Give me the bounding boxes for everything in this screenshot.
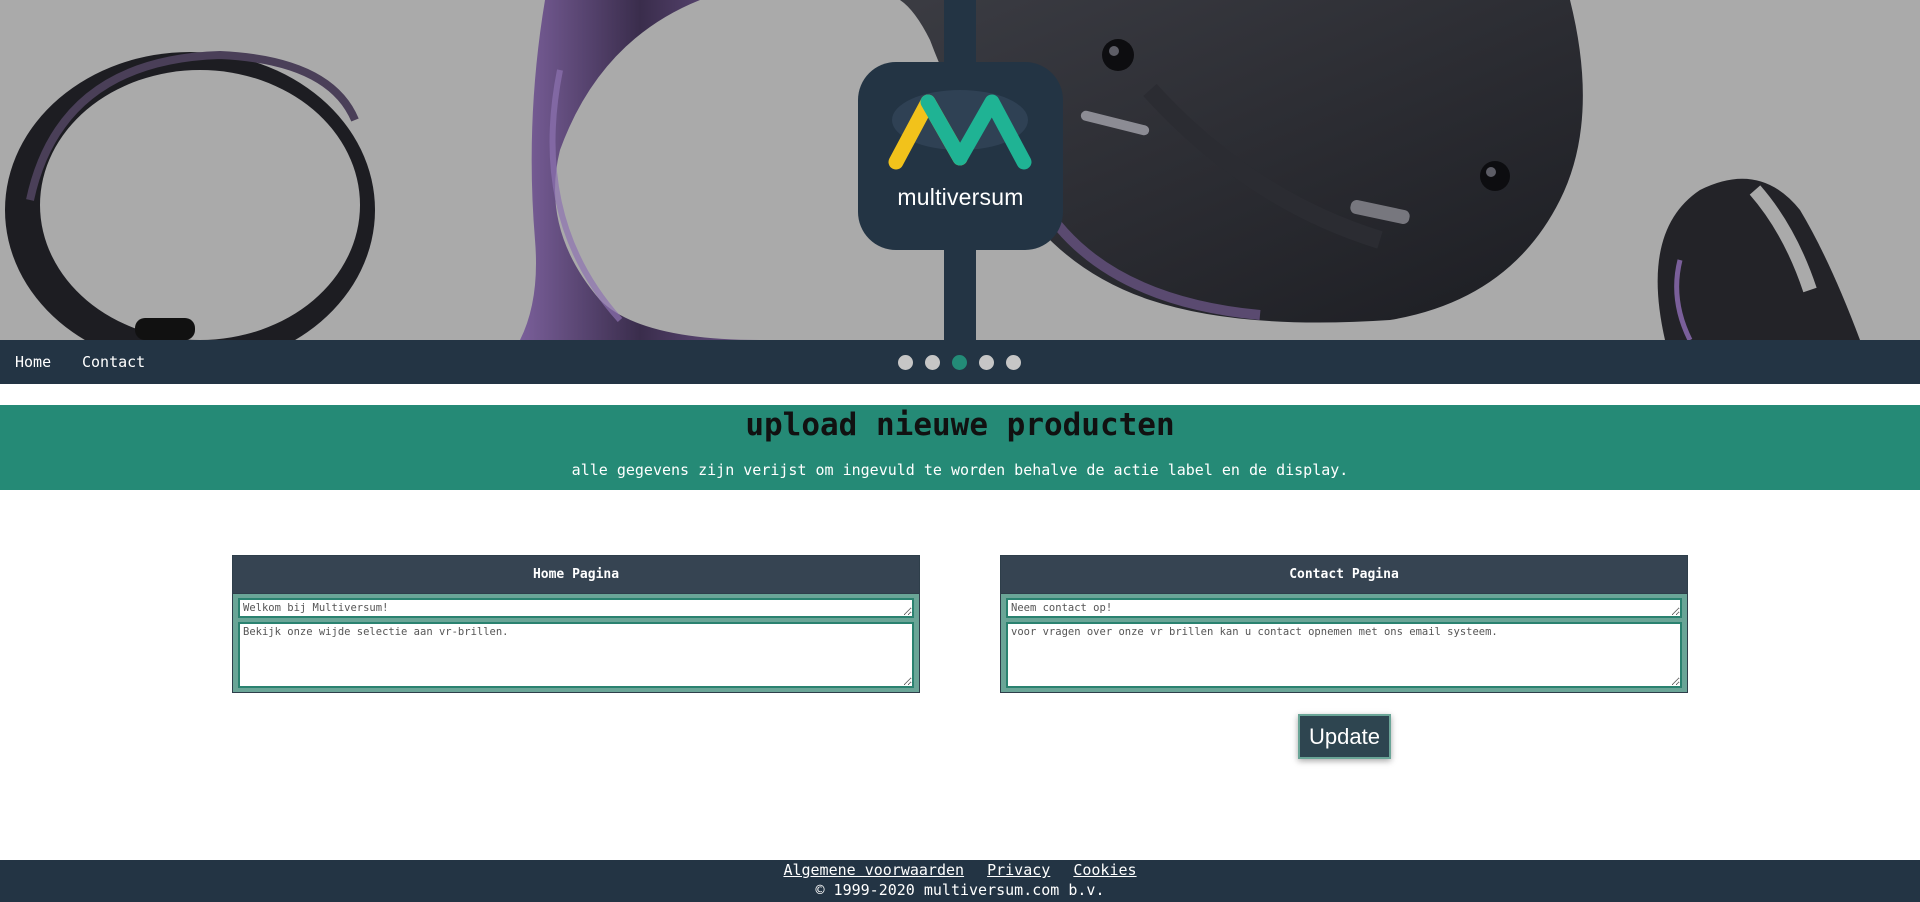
contact-page-panel: Contact Pagina Neem contact op! voor vra…: [1000, 555, 1688, 693]
upload-banner: upload nieuwe producten alle gegevens zi…: [0, 405, 1920, 490]
logo-text: multiversum: [897, 184, 1024, 210]
carousel-dot-5[interactable]: [1006, 355, 1021, 370]
carousel-dot-3[interactable]: [952, 355, 967, 370]
home-body-textarea[interactable]: Bekijk onze wijde selectie aan vr-brille…: [238, 622, 914, 688]
hero-banner: multiversum: [0, 0, 1920, 340]
cookies-link[interactable]: Cookies: [1073, 861, 1136, 879]
page-title: upload nieuwe producten: [745, 407, 1175, 443]
page-subtitle: alle gegevens zijn verijst om ingevuld t…: [571, 461, 1349, 479]
carousel-dot-4[interactable]: [979, 355, 994, 370]
footer: Algemene voorwaarden Privacy Cookies © 1…: [0, 860, 1920, 902]
navbar: Home Contact: [0, 340, 1920, 384]
copyright-text: © 1999-2020 multiversum.com b.v.: [815, 881, 1105, 899]
multiversum-logo[interactable]: multiversum: [858, 62, 1063, 250]
update-button[interactable]: Update: [1298, 714, 1391, 759]
contact-body-textarea[interactable]: voor vragen over onze vr brillen kan u c…: [1006, 622, 1682, 688]
nav-contact-link[interactable]: Contact: [82, 353, 145, 371]
contact-title-textarea[interactable]: Neem contact op!: [1006, 598, 1682, 618]
terms-link[interactable]: Algemene voorwaarden: [783, 861, 964, 879]
logo-m-icon: [888, 90, 1032, 170]
home-panel-header: Home Pagina: [233, 556, 919, 594]
home-title-textarea[interactable]: Welkom bij Multiversum!: [238, 598, 914, 618]
privacy-link[interactable]: Privacy: [987, 861, 1050, 879]
nav-home-link[interactable]: Home: [15, 353, 51, 371]
carousel-dot-1[interactable]: [898, 355, 913, 370]
footer-links: Algemene voorwaarden Privacy Cookies: [0, 861, 1920, 879]
carousel-dot-2[interactable]: [925, 355, 940, 370]
contact-panel-header: Contact Pagina: [1001, 556, 1687, 594]
home-page-panel: Home Pagina Welkom bij Multiversum! Beki…: [232, 555, 920, 693]
